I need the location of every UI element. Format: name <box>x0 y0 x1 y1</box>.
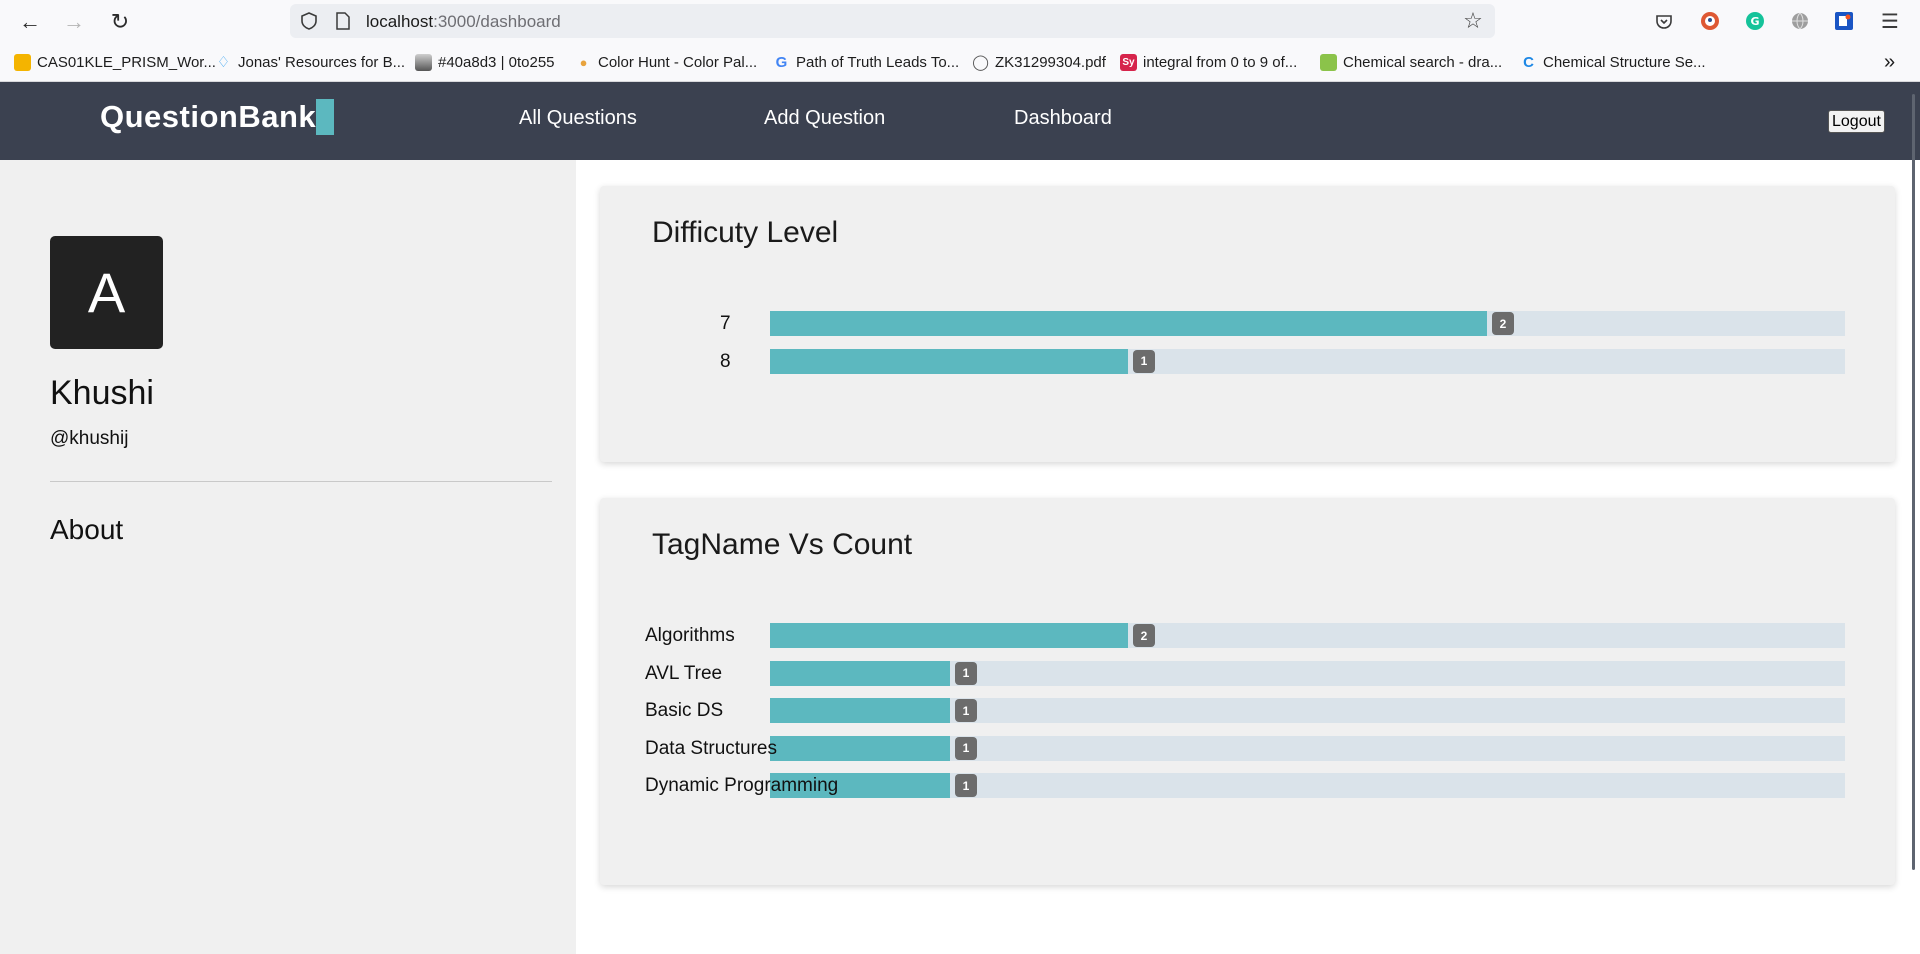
menu-icon[interactable]: ☰ <box>1878 9 1902 33</box>
bar-row: 1 AVL Tree <box>600 660 1895 686</box>
globe-icon: ◯ <box>972 54 989 71</box>
bookmark-star-icon[interactable]: ☆ <box>1462 8 1484 33</box>
bar-track: 1 <box>770 348 1845 374</box>
bar-row: 27 <box>600 311 1895 336</box>
bar-row: 18 <box>600 348 1895 374</box>
globe-extension-icon[interactable] <box>1788 9 1812 33</box>
bookmark-label: Color Hunt - Color Pal... <box>598 53 758 71</box>
colorhunt-icon: ● <box>579 54 588 70</box>
bookmark-label: Chemical Structure Se... <box>1543 53 1706 71</box>
bar-value-badge: 1 <box>1133 349 1155 373</box>
shield-icon[interactable] <box>298 10 320 32</box>
bookmark-item[interactable]: CAS01KLE_PRISM_Wor... <box>14 52 216 72</box>
bar-value-badge: 2 <box>1492 312 1514 335</box>
bar-value-badge: 1 <box>955 661 977 685</box>
duckduckgo-icon[interactable] <box>1698 9 1722 33</box>
bookmark-item[interactable]: #40a8d3 | 0to255 <box>415 52 555 72</box>
bar-track: 1 <box>770 660 1845 686</box>
bar-category-label: Basic DS <box>645 700 724 721</box>
chemspider-icon <box>1320 53 1337 71</box>
bookmark-label: Path of Truth Leads To... <box>796 53 960 71</box>
bar-category-label: Dynamic Programming <box>645 775 839 796</box>
bookmark-item[interactable]: ◯ ZK31299304.pdf <box>972 52 1106 72</box>
back-icon[interactable]: ← <box>16 8 44 36</box>
nav-add-question[interactable]: Add Question <box>764 107 885 130</box>
bookmark-item[interactable]: ● Color Hunt - Color Pal... <box>575 52 758 72</box>
bar-row: 1 Data Structures <box>600 735 1895 761</box>
bookmark-label: #40a8d3 | 0to255 <box>438 53 555 71</box>
bookmark-label: integral from 0 to 9 of... <box>1143 53 1298 71</box>
logout-button[interactable]: Logout <box>1828 110 1885 133</box>
bookmark-item[interactable]: G Path of Truth Leads To... <box>773 52 960 72</box>
difficulty-chart-card: Difficuty Level 2718 <box>600 186 1895 462</box>
svg-text:G: G <box>1750 15 1759 28</box>
google-icon: G <box>775 53 788 71</box>
tag-count-chart-card: TagName Vs Count 2 Algorithms 1 AVL Tree 1 Ba… <box>600 498 1895 885</box>
bookmark-item[interactable]: Chemical search - dra... <box>1320 52 1502 72</box>
pocket-icon[interactable] <box>1652 10 1676 34</box>
bar-fill <box>770 623 1128 648</box>
brand-logo[interactable]: QuestionBank <box>100 99 316 135</box>
url-host: localhost <box>366 12 434 31</box>
bar-value-badge: 1 <box>955 736 977 760</box>
bar-track: 2 <box>770 623 1845 648</box>
bar-category-label: 7 <box>720 313 731 334</box>
bar-category-label: AVL Tree <box>645 662 723 684</box>
bookmark-item[interactable]: C Chemical Structure Se... <box>1520 52 1706 72</box>
gradient-icon <box>415 53 432 71</box>
address-bar[interactable]: localhost:3000/dashboard ☆ <box>290 4 1495 38</box>
bar-track: 1 <box>770 773 1845 798</box>
forward-icon[interactable]: → <box>60 8 88 36</box>
bar-category-label: Data Structures <box>645 737 777 759</box>
bar-fill <box>770 348 1128 374</box>
bookmark-item[interactable]: Sy integral from 0 to 9 of... <box>1120 52 1297 72</box>
slides-icon <box>14 53 31 71</box>
bar-value-badge: 1 <box>955 774 977 797</box>
bar-track: 1 <box>770 698 1845 723</box>
bar-category-label: 8 <box>720 350 731 372</box>
bookmark-label: Jonas' Resources for B... <box>238 53 406 71</box>
bookmark-item[interactable]: ♢ Jonas' Resources for B... <box>215 52 405 72</box>
bookmark-label: ZK31299304.pdf <box>995 53 1106 71</box>
chemstructure-icon: C <box>1523 53 1534 71</box>
bookmarks-bar: CAS01KLE_PRISM_Wor... ♢ Jonas' Resources… <box>0 43 1920 82</box>
bar-track: 1 <box>770 735 1845 761</box>
nav-all-questions[interactable]: All Questions <box>519 107 637 130</box>
nav-dashboard[interactable]: Dashboard <box>1014 107 1112 130</box>
sidebar-divider <box>50 481 552 482</box>
grammarly-icon[interactable]: G <box>1743 9 1767 33</box>
symbolab-icon: Sy <box>1120 53 1137 71</box>
bar-fill <box>770 311 1487 336</box>
page-scrollbar[interactable] <box>1912 94 1915 870</box>
reload-icon[interactable]: ↻ <box>106 8 134 36</box>
about-heading: About <box>50 514 124 545</box>
profile-sidebar: A Khushi @khushij About <box>0 160 576 954</box>
page-icon <box>332 10 354 32</box>
bar-row: 1 Basic DS <box>600 698 1895 723</box>
chart-title: TagName Vs Count <box>652 528 913 561</box>
browser-toolbar: ← → ↻ localhost:3000/dashboard ☆ G ☰ <box>0 0 1920 43</box>
bar-category-label: Algorithms <box>645 625 735 646</box>
bookmark-label: Chemical search - dra... <box>1343 53 1503 71</box>
url-text[interactable]: localhost:3000/dashboard <box>366 12 561 32</box>
brand-accent-bar <box>316 99 334 135</box>
url-path: :3000/dashboard <box>433 12 561 31</box>
chart-title: Difficuty Level <box>652 216 839 249</box>
bar-value-badge: 2 <box>1133 624 1155 647</box>
profile-name: Khushi <box>50 374 154 412</box>
bar-row: 2 Algorithms <box>600 623 1895 648</box>
more-bookmarks-icon[interactable]: » <box>1884 51 1895 73</box>
avatar: A <box>50 236 163 349</box>
bar-fill <box>770 735 950 761</box>
bar-track: 2 <box>770 311 1845 336</box>
extension-icon[interactable] <box>1832 9 1856 33</box>
profile-handle: @khushij <box>50 428 129 449</box>
app-header: QuestionBank All Questions Add Question … <box>0 82 1920 160</box>
bar-value-badge: 1 <box>955 699 977 722</box>
diamond-icon: ♢ <box>216 54 231 71</box>
bookmark-label: CAS01KLE_PRISM_Wor... <box>37 53 216 71</box>
bar-fill <box>770 698 950 723</box>
bar-row: 1 Dynamic Programming <box>600 773 1895 798</box>
bar-fill <box>770 660 950 686</box>
